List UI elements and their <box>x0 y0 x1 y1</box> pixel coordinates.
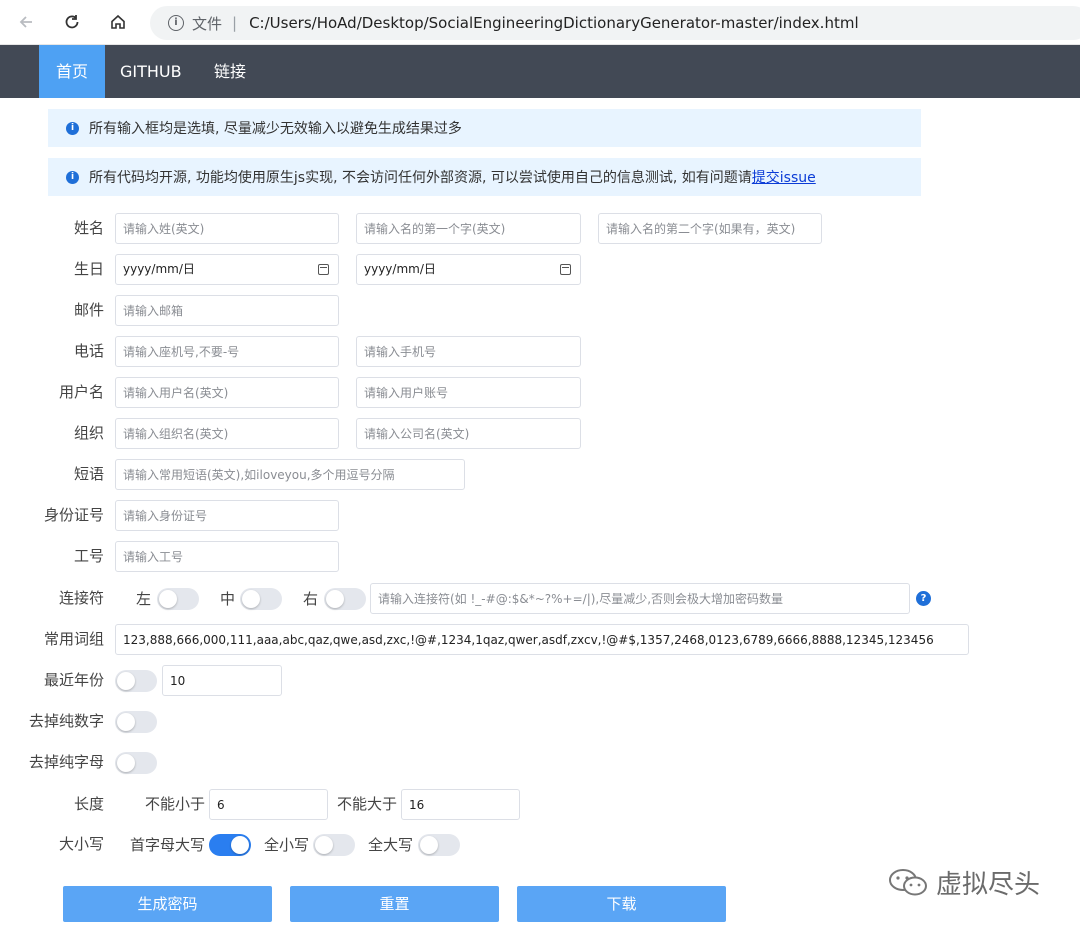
wechat-icon <box>889 869 927 896</box>
uppercase-switch[interactable] <box>418 834 460 856</box>
remove-letters-switch[interactable] <box>115 752 157 774</box>
switch-knob <box>117 672 135 690</box>
lowercase-label: 全小写 <box>264 836 310 854</box>
length-min-input[interactable] <box>209 789 328 820</box>
top-navigation: 首页 GITHUB 链接 <box>0 45 1080 98</box>
company-input[interactable] <box>356 418 581 449</box>
home-button[interactable] <box>104 8 132 36</box>
connector-middle-label: 中 <box>220 590 236 608</box>
workno-input[interactable] <box>115 541 339 572</box>
recent-years-input[interactable] <box>162 665 282 696</box>
file-label: 文件 <box>192 14 223 33</box>
date-placeholder: yyyy/mm/日 <box>123 262 195 276</box>
watermark: 虚拟尽头 <box>888 862 1040 902</box>
url-text: C:/Users/HoAd/Desktop/SocialEngineeringD… <box>249 14 859 32</box>
length-label: 长度 <box>73 795 104 813</box>
url-separator: | <box>232 14 238 32</box>
arrow-left-icon <box>19 16 32 28</box>
birthday-date-input-1[interactable]: yyyy/mm/日 <box>115 254 339 285</box>
info-alert-optional: i 所有输入框均是选填, 尽量减少无效输入以避免生成结果过多 <box>48 109 921 147</box>
switch-knob <box>231 836 249 854</box>
phone-label: 电话 <box>73 342 104 360</box>
connector-left-label: 左 <box>136 590 152 608</box>
organization-input[interactable] <box>115 418 339 449</box>
org-label: 组织 <box>73 424 104 442</box>
name-label: 姓名 <box>73 219 104 237</box>
switch-knob <box>117 754 135 772</box>
connector-right-label: 右 <box>303 590 319 608</box>
email-input[interactable] <box>115 295 339 326</box>
landline-input[interactable] <box>115 336 339 367</box>
remove-digits-label: 去掉纯数字 <box>28 712 104 730</box>
date-placeholder: yyyy/mm/日 <box>364 262 436 276</box>
lowercase-switch[interactable] <box>313 834 355 856</box>
submit-issue-link[interactable]: 提交issue <box>752 167 816 187</box>
home-icon <box>111 14 125 29</box>
connector-middle-switch[interactable] <box>240 588 282 610</box>
remove-letters-label: 去掉纯字母 <box>28 753 104 771</box>
phrase-label: 短语 <box>73 465 104 483</box>
recent-years-switch[interactable] <box>115 670 157 692</box>
email-label: 邮件 <box>73 301 104 319</box>
connector-label: 连接符 <box>58 589 104 607</box>
calendar-icon[interactable] <box>560 264 571 275</box>
length-max-label: 不能大于 <box>337 795 398 813</box>
birthday-date-input-2[interactable]: yyyy/mm/日 <box>356 254 581 285</box>
watermark-text: 虚拟尽头 <box>936 869 1041 900</box>
idcard-input[interactable] <box>115 500 339 531</box>
switch-knob <box>117 713 135 731</box>
surname-input[interactable] <box>115 213 339 244</box>
connector-right-switch[interactable] <box>324 588 366 610</box>
switch-knob <box>159 590 177 608</box>
info-icon: i <box>66 121 79 135</box>
common-words-input[interactable] <box>115 624 969 655</box>
idcard-label: 身份证号 <box>43 506 104 524</box>
address-bar[interactable]: i 文件 | C:/Users/HoAd/Desktop/SocialEngin… <box>150 6 1080 40</box>
reload-icon <box>65 15 79 29</box>
common-words-label: 常用词组 <box>43 630 104 648</box>
connector-left-switch[interactable] <box>157 588 199 610</box>
info-icon: i <box>66 170 79 184</box>
switch-knob <box>420 836 438 854</box>
birthday-label: 生日 <box>73 260 104 278</box>
nav-github[interactable]: GITHUB <box>120 45 182 98</box>
switch-knob <box>326 590 344 608</box>
account-input[interactable] <box>356 377 581 408</box>
phrase-input[interactable] <box>115 459 465 490</box>
calendar-icon[interactable] <box>318 264 329 275</box>
recent-years-label: 最近年份 <box>43 671 104 689</box>
switch-knob <box>242 590 260 608</box>
download-button[interactable]: 下载 <box>517 886 726 922</box>
first-name-char2-input[interactable] <box>598 213 822 244</box>
capitalize-switch[interactable] <box>209 834 251 856</box>
nav-home[interactable]: 首页 <box>39 45 105 98</box>
length-min-label: 不能小于 <box>145 795 206 813</box>
info-alert-opensource: i 所有代码均开源, 功能均使用原生js实现, 不会访问任何外部资源, 可以尝试… <box>48 158 921 196</box>
reload-button[interactable] <box>58 8 86 36</box>
length-max-input[interactable] <box>401 789 520 820</box>
site-info-icon[interactable]: i <box>168 15 184 31</box>
help-icon[interactable]: ? <box>916 591 931 606</box>
first-name-char1-input[interactable] <box>356 213 581 244</box>
reset-button[interactable]: 重置 <box>290 886 499 922</box>
username-input[interactable] <box>115 377 339 408</box>
alert-text: 所有代码均开源, 功能均使用原生js实现, 不会访问任何外部资源, 可以尝试使用… <box>89 170 752 186</box>
browser-toolbar: i 文件 | C:/Users/HoAd/Desktop/SocialEngin… <box>0 0 1080 45</box>
back-button[interactable] <box>12 8 40 36</box>
alert-text: 所有输入框均是选填, 尽量减少无效输入以避免生成结果过多 <box>89 121 462 137</box>
switch-knob <box>315 836 333 854</box>
case-label: 大小写 <box>58 835 104 853</box>
username-label: 用户名 <box>58 383 104 401</box>
mobile-input[interactable] <box>356 336 581 367</box>
nav-links[interactable]: 链接 <box>214 45 246 98</box>
generate-button[interactable]: 生成密码 <box>63 886 272 922</box>
connector-input[interactable] <box>370 583 910 614</box>
workno-label: 工号 <box>73 547 104 565</box>
capitalize-label: 首字母大写 <box>130 836 206 854</box>
remove-digits-switch[interactable] <box>115 711 157 733</box>
uppercase-label: 全大写 <box>368 836 414 854</box>
